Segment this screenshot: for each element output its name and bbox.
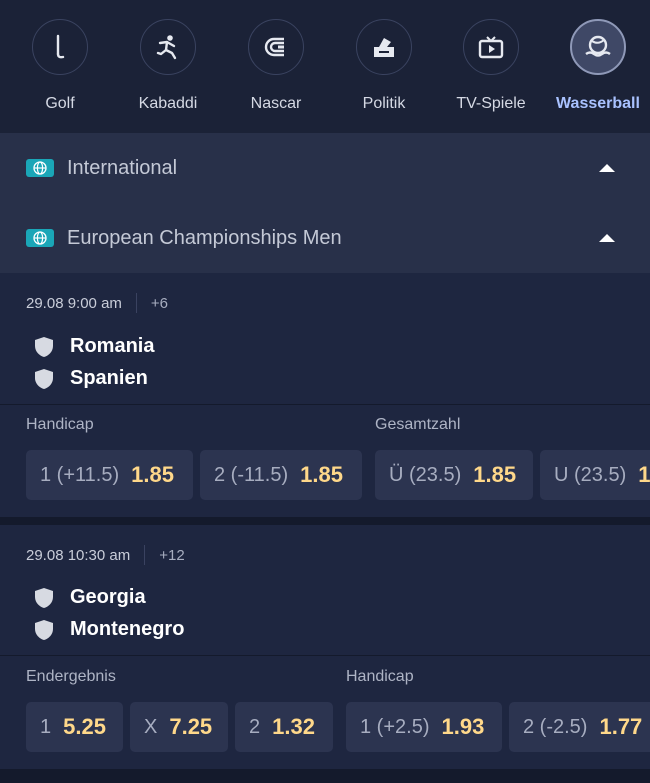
divider <box>0 404 650 405</box>
odds-selection: Ü (23.5) <box>389 463 462 486</box>
odds-value: 1.32 <box>272 714 315 739</box>
match-meta: 29.08 9:00 am +6 <box>26 293 168 313</box>
match-time: 29.08 9:00 am <box>26 294 122 312</box>
shield-icon <box>35 368 53 389</box>
waterpolo-icon <box>570 19 626 75</box>
market-label: Handicap <box>26 416 94 433</box>
odds-button[interactable]: X 7.25 <box>130 702 228 752</box>
odds-button[interactable]: U (23.5) 1.85 <box>540 450 650 500</box>
sport-politik[interactable]: Politik <box>334 19 434 113</box>
market-label: Gesamtzahl <box>375 416 461 433</box>
category-label: European Championships Men <box>67 226 342 249</box>
sport-label: Wasserball <box>556 95 640 112</box>
category-european-championships-men[interactable]: European Championships Men <box>0 203 650 273</box>
category-label: International <box>67 156 178 179</box>
globe-icon <box>26 229 54 247</box>
sport-label: Kabaddi <box>138 95 198 112</box>
golf-icon <box>32 19 88 75</box>
odds-value: 5.25 <box>63 714 106 739</box>
team-away: Montenegro <box>34 618 184 641</box>
shield-icon <box>35 336 53 357</box>
sport-label: Politik <box>362 95 406 112</box>
meta-separator <box>135 293 137 313</box>
sport-wasserball[interactable]: Wasserball <box>548 19 648 113</box>
market-label: Handicap <box>346 668 414 685</box>
market-label: Endergebnis <box>26 668 116 685</box>
nascar-icon <box>248 19 304 75</box>
odds-value: 1.85 <box>300 462 343 487</box>
sport-tv-spiele[interactable]: TV-Spiele <box>441 19 541 113</box>
politics-icon <box>356 19 412 75</box>
meta-separator <box>144 545 146 565</box>
team-away: Spanien <box>34 367 148 390</box>
tv-icon <box>463 19 519 75</box>
sport-label: Nascar <box>250 95 302 112</box>
more-markets-count[interactable]: +6 <box>151 295 168 312</box>
sport-label: TV-Spiele <box>456 95 526 112</box>
card-gap <box>0 517 650 525</box>
odds-selection: X <box>144 715 158 738</box>
shield-icon <box>35 619 53 640</box>
odds-selection: 2 (-2.5) <box>523 715 588 738</box>
sports-nav: Golf Kabaddi Nascar Politik TV-Spiele Wa… <box>0 0 650 133</box>
sport-label: Golf <box>45 95 75 112</box>
sport-golf[interactable]: Golf <box>10 19 110 113</box>
kabaddi-icon <box>140 19 196 75</box>
odds-button[interactable]: 2 1.32 <box>235 702 333 752</box>
team-name: Georgia <box>70 586 146 608</box>
shield-icon <box>35 587 53 608</box>
odds-button[interactable]: 2 (-11.5) 1.85 <box>200 450 362 500</box>
team-name: Montenegro <box>70 618 185 640</box>
collapse-caret-icon[interactable] <box>599 164 615 172</box>
card-gap <box>0 769 650 783</box>
more-markets-count[interactable]: +12 <box>159 547 184 564</box>
divider <box>0 655 650 656</box>
sport-nascar[interactable]: Nascar <box>226 19 326 113</box>
match-time: 29.08 10:30 am <box>26 546 131 564</box>
team-name: Romania <box>70 335 155 357</box>
odds-button[interactable]: 1 5.25 <box>26 702 123 752</box>
odds-value: 1.93 <box>441 714 485 739</box>
match-meta: 29.08 10:30 am +12 <box>26 545 185 565</box>
odds-selection: 1 (+2.5) <box>360 715 430 738</box>
odds-value: 1.77 <box>599 714 643 739</box>
globe-icon <box>26 159 54 177</box>
category-international[interactable]: International <box>0 133 650 203</box>
odds-button[interactable]: 1 (+2.5) 1.93 <box>346 702 502 752</box>
odds-button[interactable]: 1 (+11.5) 1.85 <box>26 450 193 500</box>
team-name: Spanien <box>70 367 148 389</box>
odds-value: 1.85 <box>131 462 174 487</box>
collapse-caret-icon[interactable] <box>599 234 615 242</box>
odds-button[interactable]: Ü (23.5) 1.85 <box>375 450 533 500</box>
team-home: Georgia <box>34 586 146 609</box>
match-card[interactable]: 29.08 9:00 am +6 Romania Spanien Handica… <box>0 273 650 517</box>
odds-selection: U (23.5) <box>554 463 627 486</box>
odds-value: 7.25 <box>169 714 213 739</box>
team-home: Romania <box>34 335 154 358</box>
odds-selection: 2 <box>249 715 261 738</box>
odds-selection: 2 (-11.5) <box>214 463 289 486</box>
odds-button[interactable]: 2 (-2.5) 1.77 <box>509 702 650 752</box>
odds-selection: 1 (+11.5) <box>40 463 120 486</box>
odds-value: 1.85 <box>638 462 650 487</box>
odds-value: 1.85 <box>473 462 517 487</box>
sport-kabaddi[interactable]: Kabaddi <box>118 19 218 113</box>
match-card[interactable]: 29.08 10:30 am +12 Georgia Montenegro En… <box>0 525 650 769</box>
odds-selection: 1 <box>40 715 52 738</box>
